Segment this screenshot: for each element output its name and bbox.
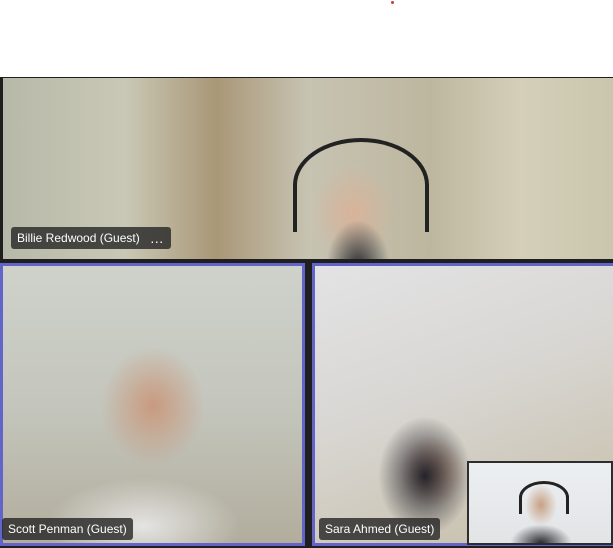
meeting-stage: Billie Redwood (Guest) … Scott Penman (G… (0, 0, 613, 548)
participant-name-tag: Billie Redwood (Guest) … (11, 227, 171, 249)
participant-name: Billie Redwood (Guest) (17, 231, 140, 245)
self-view-tile[interactable] (467, 461, 613, 545)
participant-name-tag: Sara Ahmed (Guest) (319, 518, 441, 540)
recording-indicator-icon (391, 1, 394, 4)
participant-name-tag: Scott Penman (Guest) (2, 518, 133, 540)
headphones-graphic (293, 138, 429, 232)
more-options-icon[interactable]: … (150, 227, 165, 249)
participant-name: Sara Ahmed (Guest) (325, 522, 435, 536)
participant-name: Scott Penman (Guest) (8, 522, 127, 536)
headphones-graphic (519, 481, 569, 514)
video-tile-scott-penman[interactable] (0, 263, 305, 546)
